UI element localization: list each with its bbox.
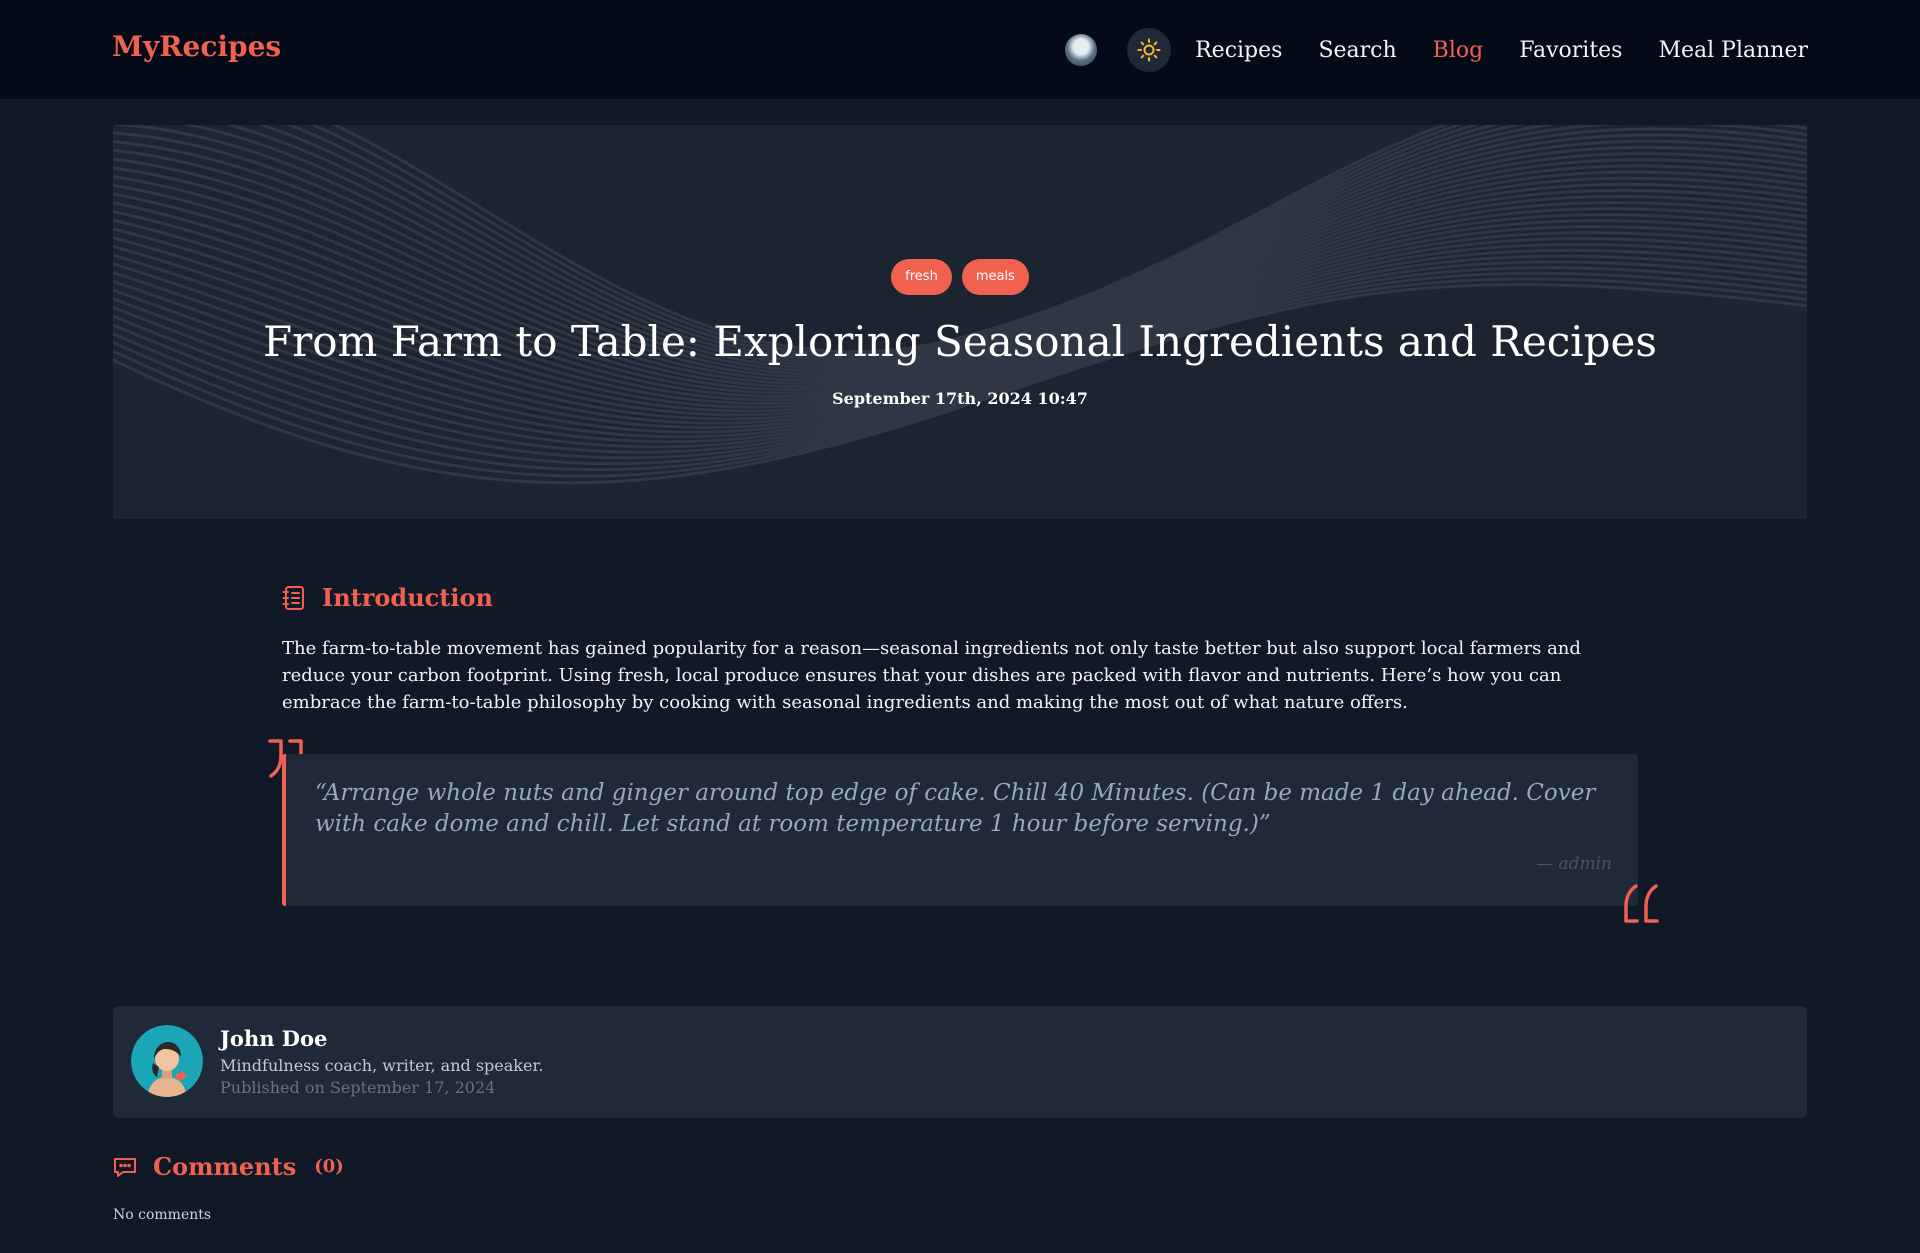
- comments-count: (0): [314, 1156, 344, 1177]
- theme-toggle-button[interactable]: [1127, 28, 1172, 72]
- author-avatar[interactable]: [131, 1025, 203, 1097]
- site-logo[interactable]: MyRecipes: [112, 30, 281, 63]
- introduction-text: The farm-to-table movement has gained po…: [282, 638, 1581, 713]
- author-published-date: Published on September 17, 2024: [220, 1078, 496, 1097]
- main-nav: Recipes Search Blog Favorites Meal Plann…: [1065, 26, 1808, 74]
- top-navbar: MyRecipes Recipes Search Blog Favorites …: [0, 0, 1920, 99]
- post-title: From Farm to Table: Exploring Seasonal I…: [263, 317, 1657, 366]
- nav-link-recipes[interactable]: Recipes: [1195, 38, 1282, 63]
- introduction-title: Introduction: [322, 583, 493, 612]
- post-tags: fresh meals: [113, 259, 1807, 295]
- recipe-quote: “Arrange whole nuts and ginger around to…: [282, 754, 1638, 906]
- author-avatar-illustration: [131, 1025, 203, 1097]
- introduction-heading: Introduction: [282, 583, 493, 612]
- post-date: September 17th, 2024 10:47: [832, 389, 1088, 408]
- post-hero-banner: fresh meals From Farm to Table: Explorin…: [113, 125, 1807, 519]
- author-name[interactable]: John Doe: [220, 1026, 327, 1051]
- sun-icon: [1137, 38, 1161, 62]
- notebook-icon: [282, 585, 304, 610]
- nav-link-blog[interactable]: Blog: [1433, 38, 1484, 63]
- author-bio: Mindfulness coach, writer, and speaker.: [220, 1056, 544, 1075]
- nav-link-search[interactable]: Search: [1318, 38, 1396, 63]
- nav-link-meal-planner[interactable]: Meal Planner: [1658, 38, 1808, 63]
- comments-heading: Comments (0): [113, 1152, 344, 1181]
- author-card: John Doe Mindfulness coach, writer, and …: [113, 1006, 1807, 1118]
- comments-title: Comments: [153, 1152, 297, 1181]
- comment-icon: [114, 1157, 136, 1177]
- tag-fresh[interactable]: fresh: [891, 259, 952, 295]
- quote-text: “Arrange whole nuts and ginger around to…: [315, 780, 1596, 837]
- nav-link-favorites[interactable]: Favorites: [1519, 38, 1622, 63]
- quote-author: — admin: [1536, 854, 1612, 874]
- no-comments-text: No comments: [113, 1207, 212, 1223]
- tag-meals[interactable]: meals: [961, 259, 1029, 295]
- user-avatar-icon[interactable]: [1065, 34, 1098, 66]
- quote-close-icon: [1624, 884, 1659, 923]
